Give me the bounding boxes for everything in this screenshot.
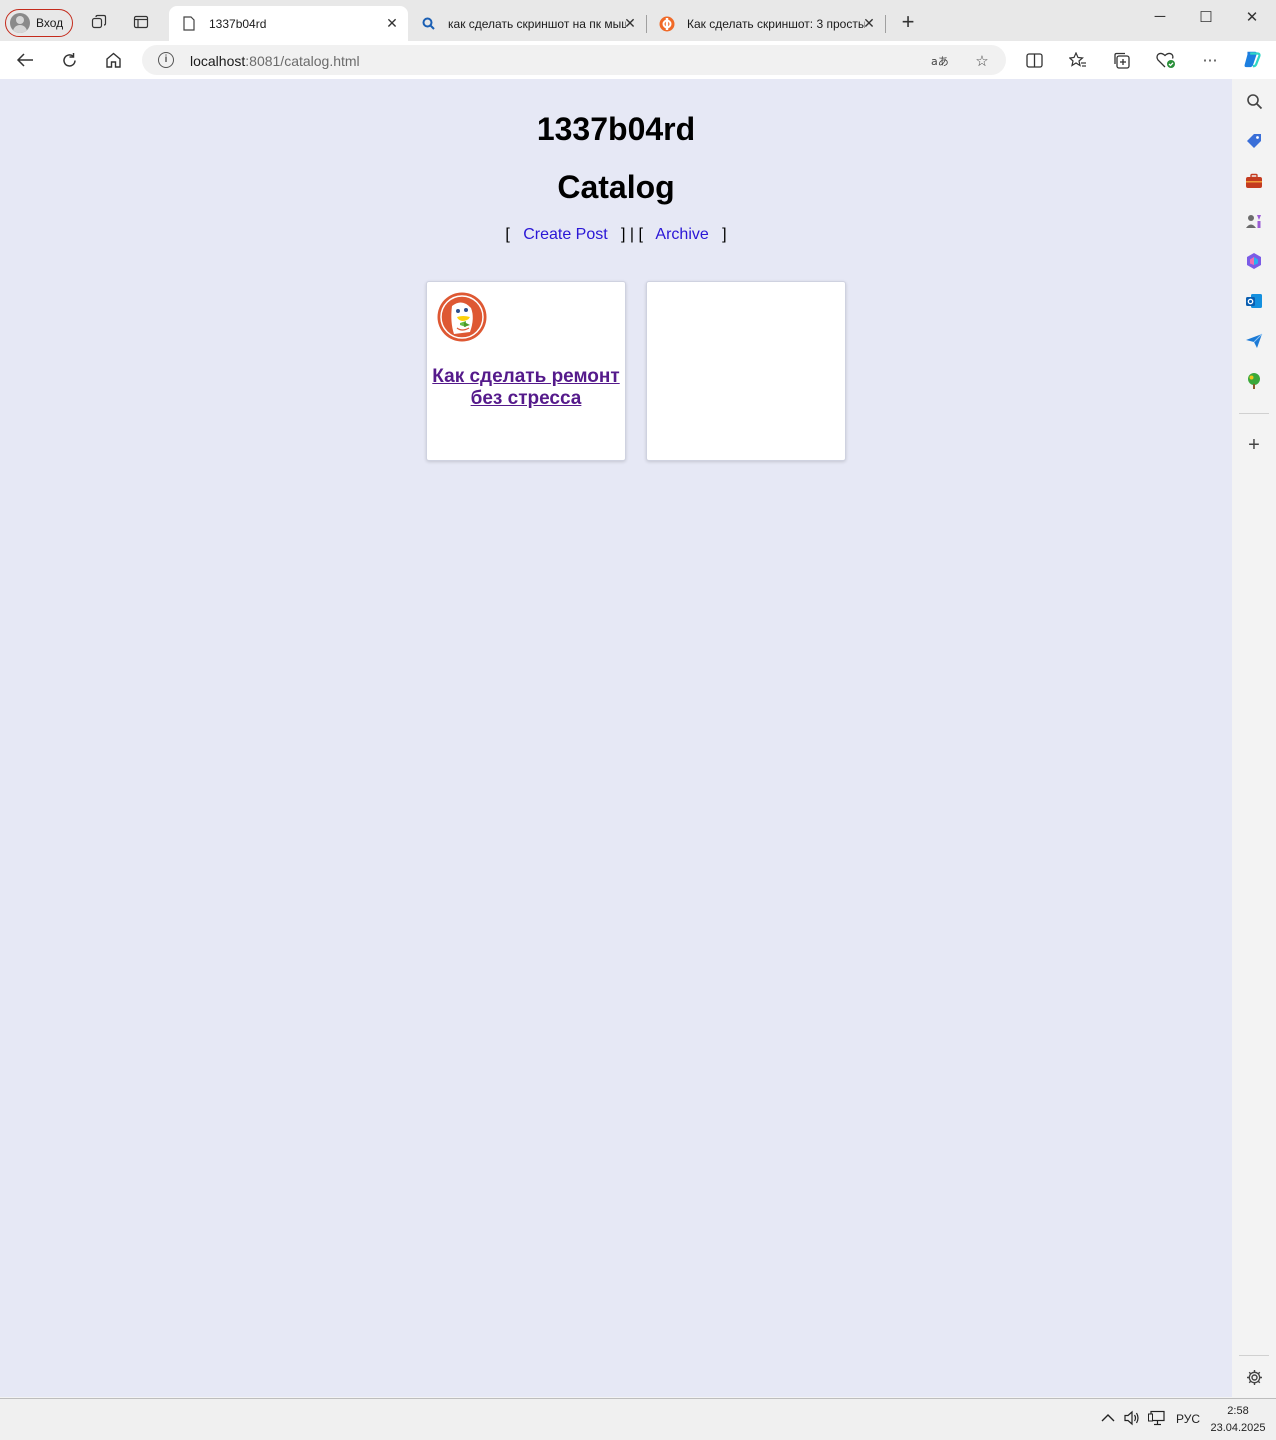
bracket-text: [: [505, 226, 510, 243]
tab-title: Как сделать скриншот: 3 простых: [687, 16, 865, 31]
brand-icon: [659, 16, 675, 32]
translate-icon[interactable]: aあ: [930, 51, 950, 71]
address-bar[interactable]: i localhost:8081/catalog.html aあ ☆: [142, 45, 1006, 75]
search-icon[interactable]: [1244, 91, 1264, 111]
add-icon[interactable]: +: [1244, 434, 1264, 456]
settings-gear-icon[interactable]: [1244, 1367, 1264, 1387]
tab-actions-icon[interactable]: [131, 12, 151, 32]
volume-icon[interactable]: [1123, 1410, 1141, 1429]
tab-divider: [885, 15, 886, 33]
profile-label: Вход: [36, 16, 64, 30]
microsoft-365-icon[interactable]: [1244, 251, 1264, 271]
games-icon[interactable]: [1244, 211, 1264, 231]
clock-time: 2:58: [1227, 1405, 1249, 1417]
collections-icon[interactable]: [1112, 50, 1132, 70]
sidebar-divider: [1239, 413, 1269, 414]
bracket-text: ]: [722, 226, 727, 243]
profile-button[interactable]: Вход: [5, 9, 73, 37]
clock-date: 23.04.2025: [1210, 1422, 1266, 1434]
page-viewport: 1337b04rd Catalog [ Create Post ] | [ Ar…: [0, 79, 1232, 1397]
post-card[interactable]: [646, 281, 846, 461]
catalog-nav: [ Create Post ] | [ Archive ]: [0, 226, 1232, 244]
browser-toolbar: i localhost:8081/catalog.html aあ ☆ ⋯: [0, 41, 1276, 79]
post-card[interactable]: Как сделать ремонт без стресса: [426, 281, 626, 461]
back-icon[interactable]: [14, 49, 36, 71]
chevron-up-icon[interactable]: [1101, 1411, 1115, 1426]
clock[interactable]: 2:58 23.04.2025: [1205, 1403, 1271, 1437]
archive-link[interactable]: Archive: [655, 226, 708, 243]
create-post-link[interactable]: Create Post: [523, 226, 607, 243]
favorites-icon[interactable]: [1068, 50, 1088, 70]
taskbar: РУС 2:58 23.04.2025: [0, 1398, 1276, 1440]
workspaces-icon[interactable]: [89, 12, 109, 32]
page-title: Catalog: [557, 169, 675, 205]
site-title: 1337b04rd: [536, 111, 696, 147]
copilot-icon[interactable]: [1242, 49, 1262, 69]
sidebar-divider: [1239, 1355, 1269, 1356]
tab-title: как сделать скриншот на пк мышкой: [448, 16, 626, 31]
tab-1337b04rd[interactable]: 1337b04rd ✕: [169, 6, 408, 41]
post-title-link[interactable]: Как сделать ремонт без стресса: [427, 366, 625, 410]
refresh-icon[interactable]: [58, 49, 80, 71]
svg-text:aあ: aあ: [931, 55, 949, 68]
close-tab-icon[interactable]: ✕: [622, 15, 638, 31]
minimize-icon[interactable]: ─: [1148, 8, 1172, 28]
tree-icon[interactable]: [1244, 371, 1264, 391]
network-icon[interactable]: [1148, 1410, 1166, 1429]
search-icon: [420, 16, 436, 32]
new-tab-button[interactable]: +: [897, 11, 919, 34]
close-tab-icon[interactable]: ✕: [384, 15, 400, 31]
duck-logo-icon[interactable]: [437, 292, 487, 342]
close-window-icon[interactable]: ✕: [1240, 8, 1264, 28]
outlook-icon[interactable]: [1244, 291, 1264, 311]
language-indicator[interactable]: РУС: [1176, 1412, 1200, 1426]
close-tab-icon[interactable]: ✕: [861, 15, 877, 31]
more-options-icon[interactable]: ⋯: [1200, 50, 1220, 70]
site-info-icon[interactable]: i: [158, 52, 174, 68]
browser-sidebar: +: [1232, 79, 1276, 1397]
tools-briefcase-icon[interactable]: [1244, 171, 1264, 191]
browser-essentials-icon[interactable]: [1156, 50, 1176, 70]
maximize-icon[interactable]: ☐: [1194, 8, 1218, 28]
tab-title: 1337b04rd: [209, 16, 267, 31]
avatar-icon: [10, 13, 30, 33]
separator-text: ] | [: [621, 226, 643, 243]
tab-search[interactable]: как сделать скриншот на пк мышкой ✕: [408, 6, 646, 41]
url-text: localhost:8081/catalog.html: [190, 53, 360, 69]
favorite-star-icon[interactable]: ☆: [972, 51, 992, 71]
home-icon[interactable]: [102, 49, 124, 71]
tab-strip: Вход 1337b04rd ✕ как сделать скриншот на…: [0, 0, 1276, 41]
send-icon[interactable]: [1244, 331, 1264, 351]
page-icon: [181, 16, 197, 32]
shopping-tag-icon[interactable]: [1244, 131, 1264, 151]
tab-article[interactable]: Как сделать скриншот: 3 простых ✕: [647, 6, 885, 41]
split-screen-icon[interactable]: [1024, 50, 1044, 70]
